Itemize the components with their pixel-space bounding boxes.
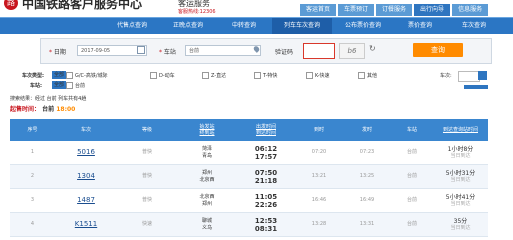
table-row: 1 5016 普快 菏泽 青岛 06:12 17:57 07:20 07:23 台前… [10,141,488,165]
col-depart: 发时 [361,127,372,133]
sub-nav-agency[interactable]: 代售点查询 [104,18,160,34]
sub-nav-published-fare[interactable]: 公布票价查询 [332,18,394,34]
col-arrival-time[interactable]: 到达查询站时间 [433,119,488,141]
col-train: 车次 [80,127,91,133]
filter-k[interactable]: K-快速 [306,72,330,79]
station-filter-taiqian[interactable]: 台前 [66,82,85,89]
refresh-icon[interactable]: ↻ [369,44,376,53]
arrive-time: 13:28 [311,221,327,227]
train-link[interactable]: 1487 [55,189,117,212]
query-button[interactable]: 查询 [413,43,463,57]
sale-start-time: 起售时间： 台前 18:00 [10,106,76,113]
col-from-to: 始发站 终到站 [199,124,215,136]
train-no-input[interactable] [458,71,480,82]
table-row: 3 1487 普快 北京西 郑州 11:05 22:26 16:46 16:49 台… [10,189,488,213]
search-bar: * 日期 2017-09-05 * 车站 台前 验证码 b6 ↻ 查询 [40,38,492,64]
from-to: 郑州 北京西 [199,169,215,183]
depart-time: 13:31 [359,221,375,227]
dep-arr-time: 06:12 17:57 [254,144,278,161]
top-nav-info[interactable]: 信息服务 [452,4,489,16]
train-grade: 普快 [141,197,152,203]
train-link[interactable]: 1304 [55,165,117,188]
station-filter-label: 车站: [30,83,42,89]
filter-other[interactable]: 其他 [358,72,377,79]
row-index: 1 [30,149,35,155]
filter-t[interactable]: T-特快 [254,72,277,79]
col-arrive: 到时 [313,127,324,133]
date-label: * 日期 [49,49,66,56]
filter-z[interactable]: Z-直达 [202,72,226,79]
duration: 1小时8分 当日到达 [447,145,474,159]
col-station: 车站 [406,127,417,133]
depart-time: 16:49 [359,197,375,203]
station-name: 台前 [406,149,417,155]
station-name: 台前 [406,221,417,227]
train-type-label: 车次类型: [22,73,44,79]
table-row: 4 K1511 快速 聊城 义乌 12:53 08:31 13:28 13:31 台… [10,213,488,237]
dep-arr-time: 11:05 22:26 [254,192,278,209]
row-index: 4 [30,221,35,227]
captcha-label: 验证码 [275,49,294,56]
railway-logo-icon: 路 [4,0,18,10]
top-nav-home[interactable]: 客运首页 [300,4,337,16]
duration: 5小时41分 当日到达 [445,193,476,207]
captcha-image[interactable]: b6 [339,43,365,59]
train-type-all-button[interactable]: 全部 [52,71,67,79]
filters-panel: 车次类型: 全部 G/C-高铁/城际 D-动车 Z-直达 T-特快 K-快速 其… [0,66,513,92]
train-link[interactable]: K1511 [55,213,117,236]
from-to: 菏泽 青岛 [201,145,212,159]
sub-nav-punctuality[interactable]: 正晚点查询 [160,18,216,34]
arrive-time: 13:21 [311,173,327,179]
station-all-button[interactable]: 全部 [52,81,67,89]
station-input[interactable]: 台前 [185,45,261,56]
dep-arr-time: 12:53 08:31 [254,216,278,233]
train-no-search-button[interactable] [478,71,487,80]
table-row: 2 1304 普快 郑州 北京西 07:50 21:18 13:21 13:25 台… [10,165,488,189]
filter-d[interactable]: D-动车 [150,72,175,79]
site-title: 中国铁路客户服务中心 [22,0,143,11]
col-grade: 等级 [141,127,152,133]
station-label: * 车站 [159,49,176,56]
from-to: 聊城 义乌 [201,217,212,231]
station-name: 台前 [406,197,417,203]
hotline-text: 客服热线:12306 [178,9,216,15]
train-grade: 普快 [141,149,152,155]
captcha-input[interactable] [303,43,335,59]
depart-time: 07:23 [359,149,375,155]
sub-nav-train-no[interactable]: 车次查询 [446,18,502,34]
filter-collapse-handle[interactable] [464,85,488,89]
duration: 35分 当日到达 [450,217,471,231]
sub-nav-transfer[interactable]: 中转查询 [216,18,272,34]
train-grade: 普快 [141,173,152,179]
sub-nav-fare[interactable]: 票价查询 [394,18,446,34]
calendar-icon[interactable] [137,46,145,54]
train-link[interactable]: 5016 [55,141,117,164]
result-summary: 搜索结果：经过 台前 列车共有4趟 [10,96,87,102]
arrive-time: 07:20 [311,149,327,155]
dep-arr-time: 07:50 21:18 [254,168,278,185]
filter-gc[interactable]: G/C-高铁/城际 [66,72,108,79]
top-nav: 客运首页 车票预订 订餐服务 出行向导 信息服务 [300,4,489,16]
col-dep-arr[interactable]: 出发时间 到达时间 [237,119,295,141]
duration: 5小时31分 当日到达 [445,169,476,183]
row-index: 3 [30,197,35,203]
top-nav-meal[interactable]: 订餐服务 [376,4,413,16]
station-name: 台前 [406,173,417,179]
train-grade: 快速 [141,221,152,227]
top-nav-ticket[interactable]: 车票预订 [338,4,375,16]
row-index: 2 [30,173,35,179]
from-to: 北京西 郑州 [199,193,215,207]
train-no-label: 车次: [440,73,452,79]
col-index: 序号 [27,127,38,133]
depart-time: 13:25 [359,173,375,179]
table-header: 序号 车次 等级 始发站 终到站 出发时间 到达时间 到时 发时 车站 到达查询站时… [10,119,488,141]
sub-nav: 代售点查询 正晚点查询 中转查询 列车车次查询 公布票价查询 票价查询 车次查询 [0,17,513,34]
arrive-time: 16:46 [311,197,327,203]
top-nav-travel-guide[interactable]: 出行向导 [414,4,451,16]
sub-nav-train-query[interactable]: 列车车次查询 [272,18,332,34]
